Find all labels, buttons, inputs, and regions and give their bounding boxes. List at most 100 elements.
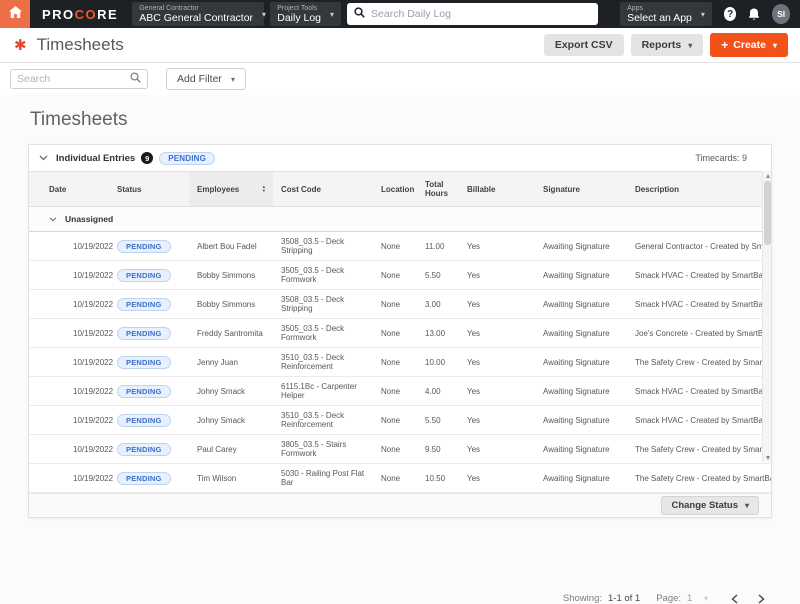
cell-date: 10/19/2022 (29, 260, 113, 290)
cell-employee: Johny Smack (189, 376, 273, 406)
page-select[interactable]: 1 ▾ (687, 593, 708, 604)
reports-button[interactable]: Reports ▾ (630, 34, 704, 56)
cell-signature: Awaiting Signature (535, 289, 627, 319)
sort-icon[interactable]: ▴ ▾ (263, 184, 265, 193)
table-row[interactable]: 10/19/2022 PENDING Johny Smack 6115.1Bc … (29, 376, 771, 406)
home-button[interactable] (0, 0, 30, 28)
cell-signature: Awaiting Signature (535, 260, 627, 290)
main-content: Timesheets Individual Entries 9 PENDING … (0, 95, 800, 604)
cell-total-hours: 4.00 (417, 376, 459, 406)
group-row-unassigned[interactable]: Unassigned (29, 206, 771, 232)
cell-total-hours: 5.50 (417, 260, 459, 290)
global-search-input[interactable] (371, 8, 592, 20)
pagination: Showing: 1-1 of 1 Page: 1 ▾ (563, 593, 772, 604)
cell-date: 10/19/2022 (29, 376, 113, 406)
cell-description: Smack HVAC - Created by SmartBarrel on (627, 376, 771, 406)
timesheets-panel: Individual Entries 9 PENDING Timecards: … (28, 144, 772, 518)
cell-location: None (373, 347, 417, 377)
col-header-employees[interactable]: Employees ▴ ▾ (189, 171, 273, 207)
table-row[interactable]: 10/19/2022 PENDING Jenny Juan 3510_03.5 … (29, 347, 771, 377)
cell-date: 10/19/2022 (29, 347, 113, 377)
col-header-status[interactable]: Status (109, 171, 189, 207)
cell-location: None (373, 231, 417, 261)
plus-icon: + (721, 38, 729, 52)
add-filter-button[interactable]: Add Filter ▾ (166, 68, 246, 90)
list-search[interactable] (10, 69, 148, 89)
tool-picker-value: Daily Log (277, 11, 322, 24)
cell-status: PENDING (109, 318, 189, 348)
avatar[interactable]: SI (772, 4, 790, 24)
table-row[interactable]: 10/19/2022 PENDING Paul Carey 3805_03.5 … (29, 434, 771, 464)
cell-employee: Paul Carey (189, 434, 273, 464)
cell-cost-code: 3508_03.5 - Deck Stripping (273, 231, 373, 261)
cell-description: General Contractor - Created by SmartBar… (627, 231, 771, 261)
table-row[interactable]: 10/19/2022 PENDING Bobby Simmons 3505_03… (29, 260, 771, 290)
table-row[interactable]: 10/19/2022 PENDING Tim Wilson 5030 - Rai… (29, 463, 771, 493)
cell-cost-code: 6115.1Bc - Carpenter Helper (273, 376, 373, 406)
section-collapse-chevron-icon[interactable] (39, 155, 48, 161)
timecards-count: Timecards: 9 (695, 153, 747, 163)
cell-signature: Awaiting Signature (535, 231, 627, 261)
cell-employee: Tim Wilson (189, 463, 273, 493)
cell-location: None (373, 376, 417, 406)
group-collapse-chevron-icon[interactable] (49, 214, 57, 224)
col-header-location[interactable]: Location (373, 171, 417, 207)
status-badge: PENDING (117, 239, 171, 253)
col-header-cost-code[interactable]: Cost Code (273, 171, 373, 207)
table-row[interactable]: 10/19/2022 PENDING Albert Bou Fadel 3508… (29, 231, 771, 261)
table-row[interactable]: 10/19/2022 PENDING Johny Smack 3510_03.5… (29, 405, 771, 435)
cell-billable: Yes (459, 318, 535, 348)
cell-billable: Yes (459, 260, 535, 290)
col-header-date[interactable]: Date (29, 171, 109, 207)
apps-picker[interactable]: Apps Select an App ▾ (620, 2, 712, 26)
help-icon[interactable]: ? (723, 7, 737, 21)
procore-logo[interactable]: PROCORE (42, 7, 118, 22)
table-row[interactable]: 10/19/2022 PENDING Bobby Simmons 3508_03… (29, 289, 771, 319)
group-label: Unassigned (65, 214, 114, 224)
col-header-signature[interactable]: Signature (535, 171, 627, 207)
table-scrollbar[interactable] (762, 171, 771, 462)
cell-employee: Johny Smack (189, 405, 273, 435)
next-page-icon[interactable] (751, 593, 772, 604)
cell-signature: Awaiting Signature (535, 318, 627, 348)
cell-total-hours: 10.00 (417, 347, 459, 377)
panel-footer: Change Status ▾ (29, 493, 771, 517)
col-header-billable[interactable]: Billable (459, 171, 535, 207)
cell-status: PENDING (109, 347, 189, 377)
cell-employee: Jenny Juan (189, 347, 273, 377)
col-header-total-hours[interactable]: Total Hours (417, 171, 459, 207)
cell-location: None (373, 434, 417, 464)
list-search-input[interactable] (17, 73, 130, 85)
chevron-down-icon: ▾ (262, 9, 267, 19)
scroll-down-icon[interactable] (763, 453, 772, 462)
cell-description: The Safety Crew - Created by SmartBarrel… (627, 347, 771, 377)
create-button[interactable]: + Create ▾ (710, 33, 788, 57)
chevron-down-icon: ▾ (230, 74, 235, 84)
project-tool-picker[interactable]: Project Tools Daily Log ▾ (270, 2, 342, 26)
cell-status: PENDING (109, 231, 189, 261)
timesheets-table: Date Status Employees ▴ ▾ Cost Code Locat… (29, 171, 771, 493)
cell-description: The Safety Crew - Created by SmartBarrel… (627, 463, 771, 493)
global-search[interactable] (347, 3, 599, 25)
prev-page-icon[interactable] (724, 593, 745, 604)
table-row[interactable]: 10/19/2022 PENDING Freddy Santromita 350… (29, 318, 771, 348)
company-picker[interactable]: General Contractor ABC General Contracto… (132, 2, 267, 26)
cell-location: None (373, 463, 417, 493)
cell-date: 10/19/2022 (29, 289, 113, 319)
cell-status: PENDING (109, 376, 189, 406)
cell-cost-code: 3505_03.5 - Deck Formwork (273, 260, 373, 290)
export-csv-button[interactable]: Export CSV (543, 34, 624, 56)
scrollbar-thumb[interactable] (764, 181, 771, 245)
col-header-description[interactable]: Description (627, 171, 771, 207)
cell-location: None (373, 318, 417, 348)
chevron-down-icon: ▾ (330, 9, 335, 19)
section-count-badge: 9 (141, 152, 154, 164)
cell-description: Smack HVAC - Created by SmartBarrel on (627, 260, 771, 290)
cell-billable: Yes (459, 405, 535, 435)
status-badge: PENDING (117, 355, 171, 369)
cell-status: PENDING (109, 405, 189, 435)
scroll-up-icon[interactable] (763, 171, 772, 180)
notifications-bell-icon[interactable] (748, 8, 760, 21)
cell-description: Smack HVAC - Created by SmartBarrel on (627, 405, 771, 435)
change-status-button[interactable]: Change Status ▾ (661, 496, 759, 515)
